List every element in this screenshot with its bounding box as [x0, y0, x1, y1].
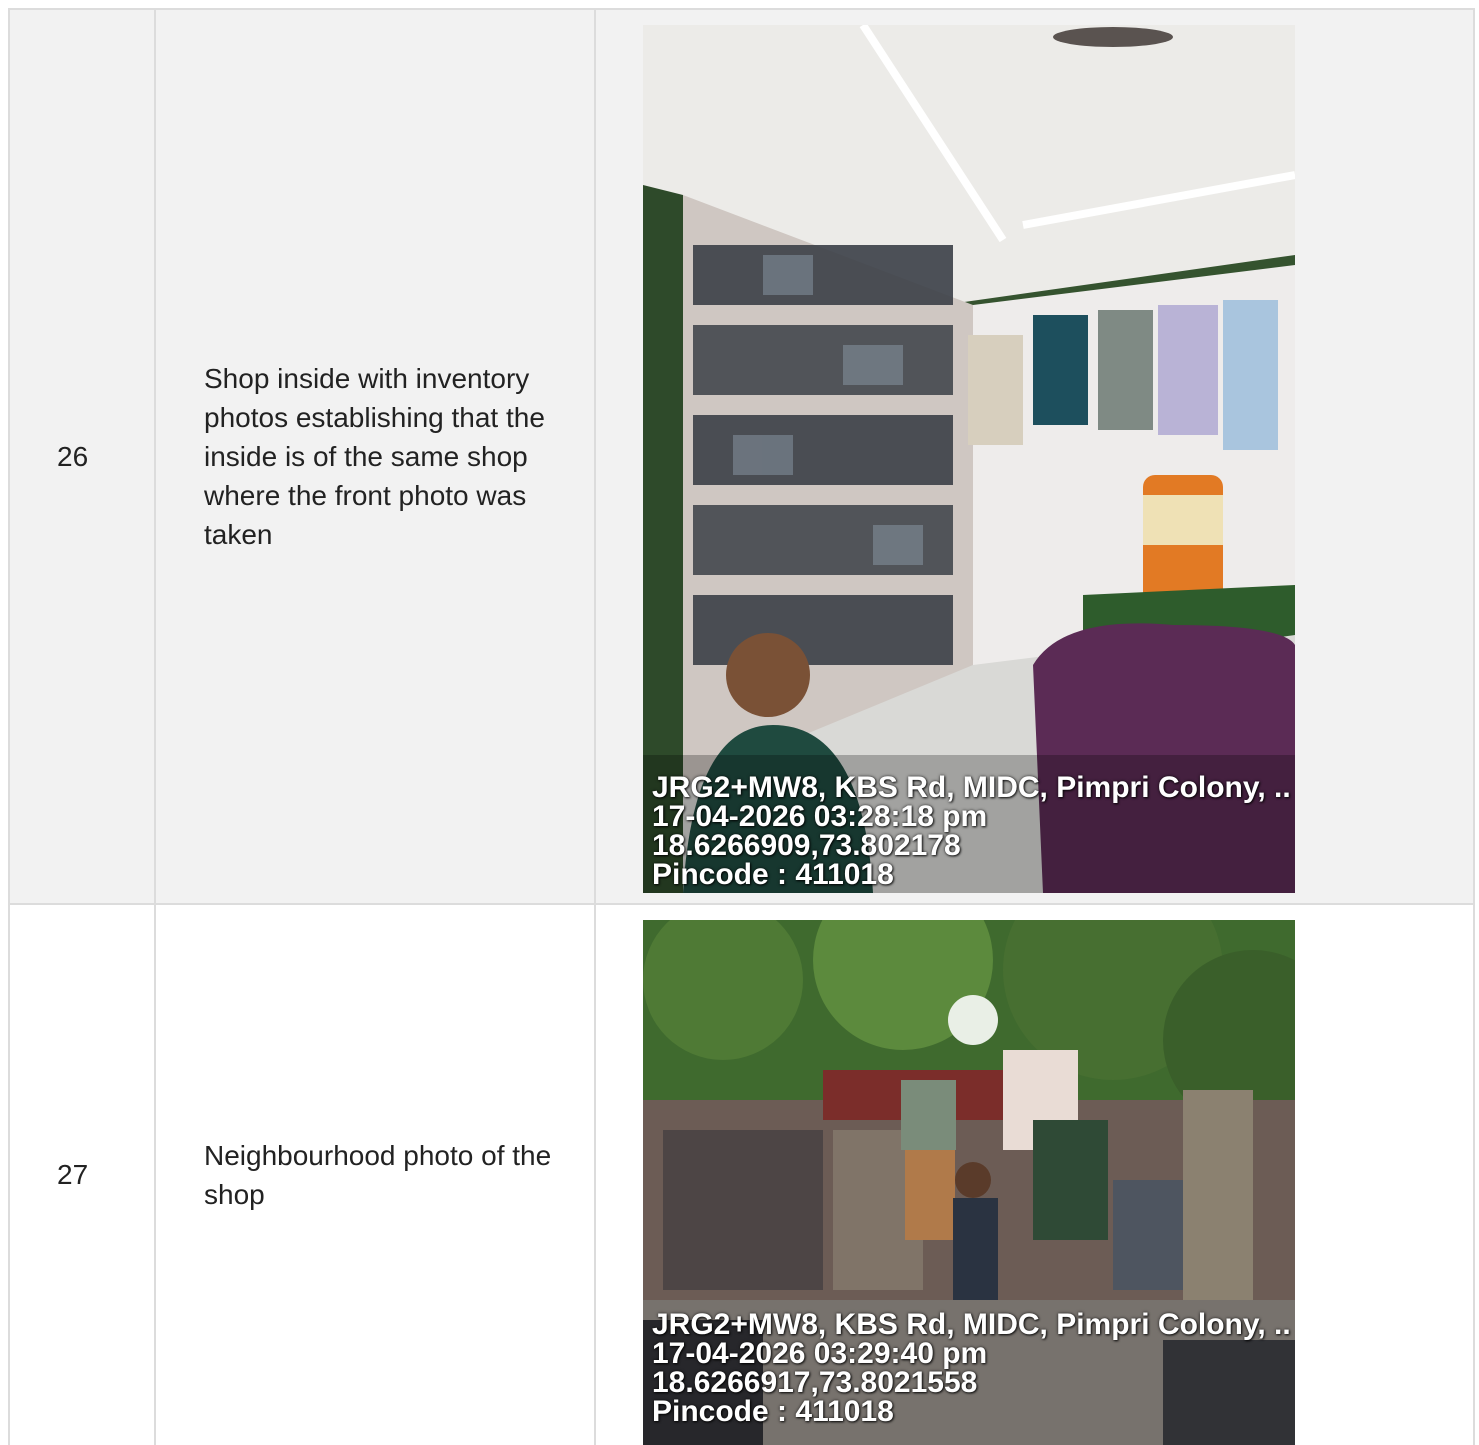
table-row: 26 Shop inside with inventory photos est…	[10, 10, 1475, 905]
stamp-datetime: 17-04-2026 03:29:40 pm	[652, 1337, 988, 1370]
row-description: Shop inside with inventory photos establ…	[156, 10, 596, 903]
photo-geo-stamp: JRG2+MW8, KBS Rd, MIDC, Pimpri Colony, .…	[652, 771, 1291, 891]
neighbourhood-photo: JRG2+MW8, KBS Rd, MIDC, Pimpri Colony, .…	[643, 920, 1295, 1445]
stamp-coordinates: 18.6266909,73.802178	[652, 829, 961, 862]
row-number: 26	[10, 10, 156, 903]
stamp-address: JRG2+MW8, KBS Rd, MIDC, Pimpri Colony, .…	[652, 1308, 1291, 1341]
shop-interior-icon	[643, 25, 1295, 893]
shop-interior-photo: JRG2+MW8, KBS Rd, MIDC, Pimpri Colony, .…	[643, 25, 1295, 893]
evidence-table: 26 Shop inside with inventory photos est…	[8, 8, 1475, 1445]
stamp-datetime: 17-04-2026 03:28:18 pm	[652, 800, 988, 833]
photo-cell: JRG2+MW8, KBS Rd, MIDC, Pimpri Colony, .…	[596, 10, 1475, 903]
table-row: 27 Neighbourhood photo of the shop JRG2+…	[10, 905, 1475, 1445]
row-description: Neighbourhood photo of the shop	[156, 905, 596, 1445]
stamp-pincode: Pincode : 411018	[652, 1395, 894, 1428]
row-number: 27	[10, 905, 156, 1445]
stamp-coordinates: 18.6266917,73.8021558	[652, 1366, 978, 1399]
photo-cell: JRG2+MW8, KBS Rd, MIDC, Pimpri Colony, .…	[596, 905, 1475, 1445]
stamp-address: JRG2+MW8, KBS Rd, MIDC, Pimpri Colony, .…	[652, 771, 1291, 804]
photo-geo-stamp: JRG2+MW8, KBS Rd, MIDC, Pimpri Colony, .…	[652, 1308, 1291, 1428]
stamp-pincode: Pincode : 411018	[652, 858, 894, 891]
